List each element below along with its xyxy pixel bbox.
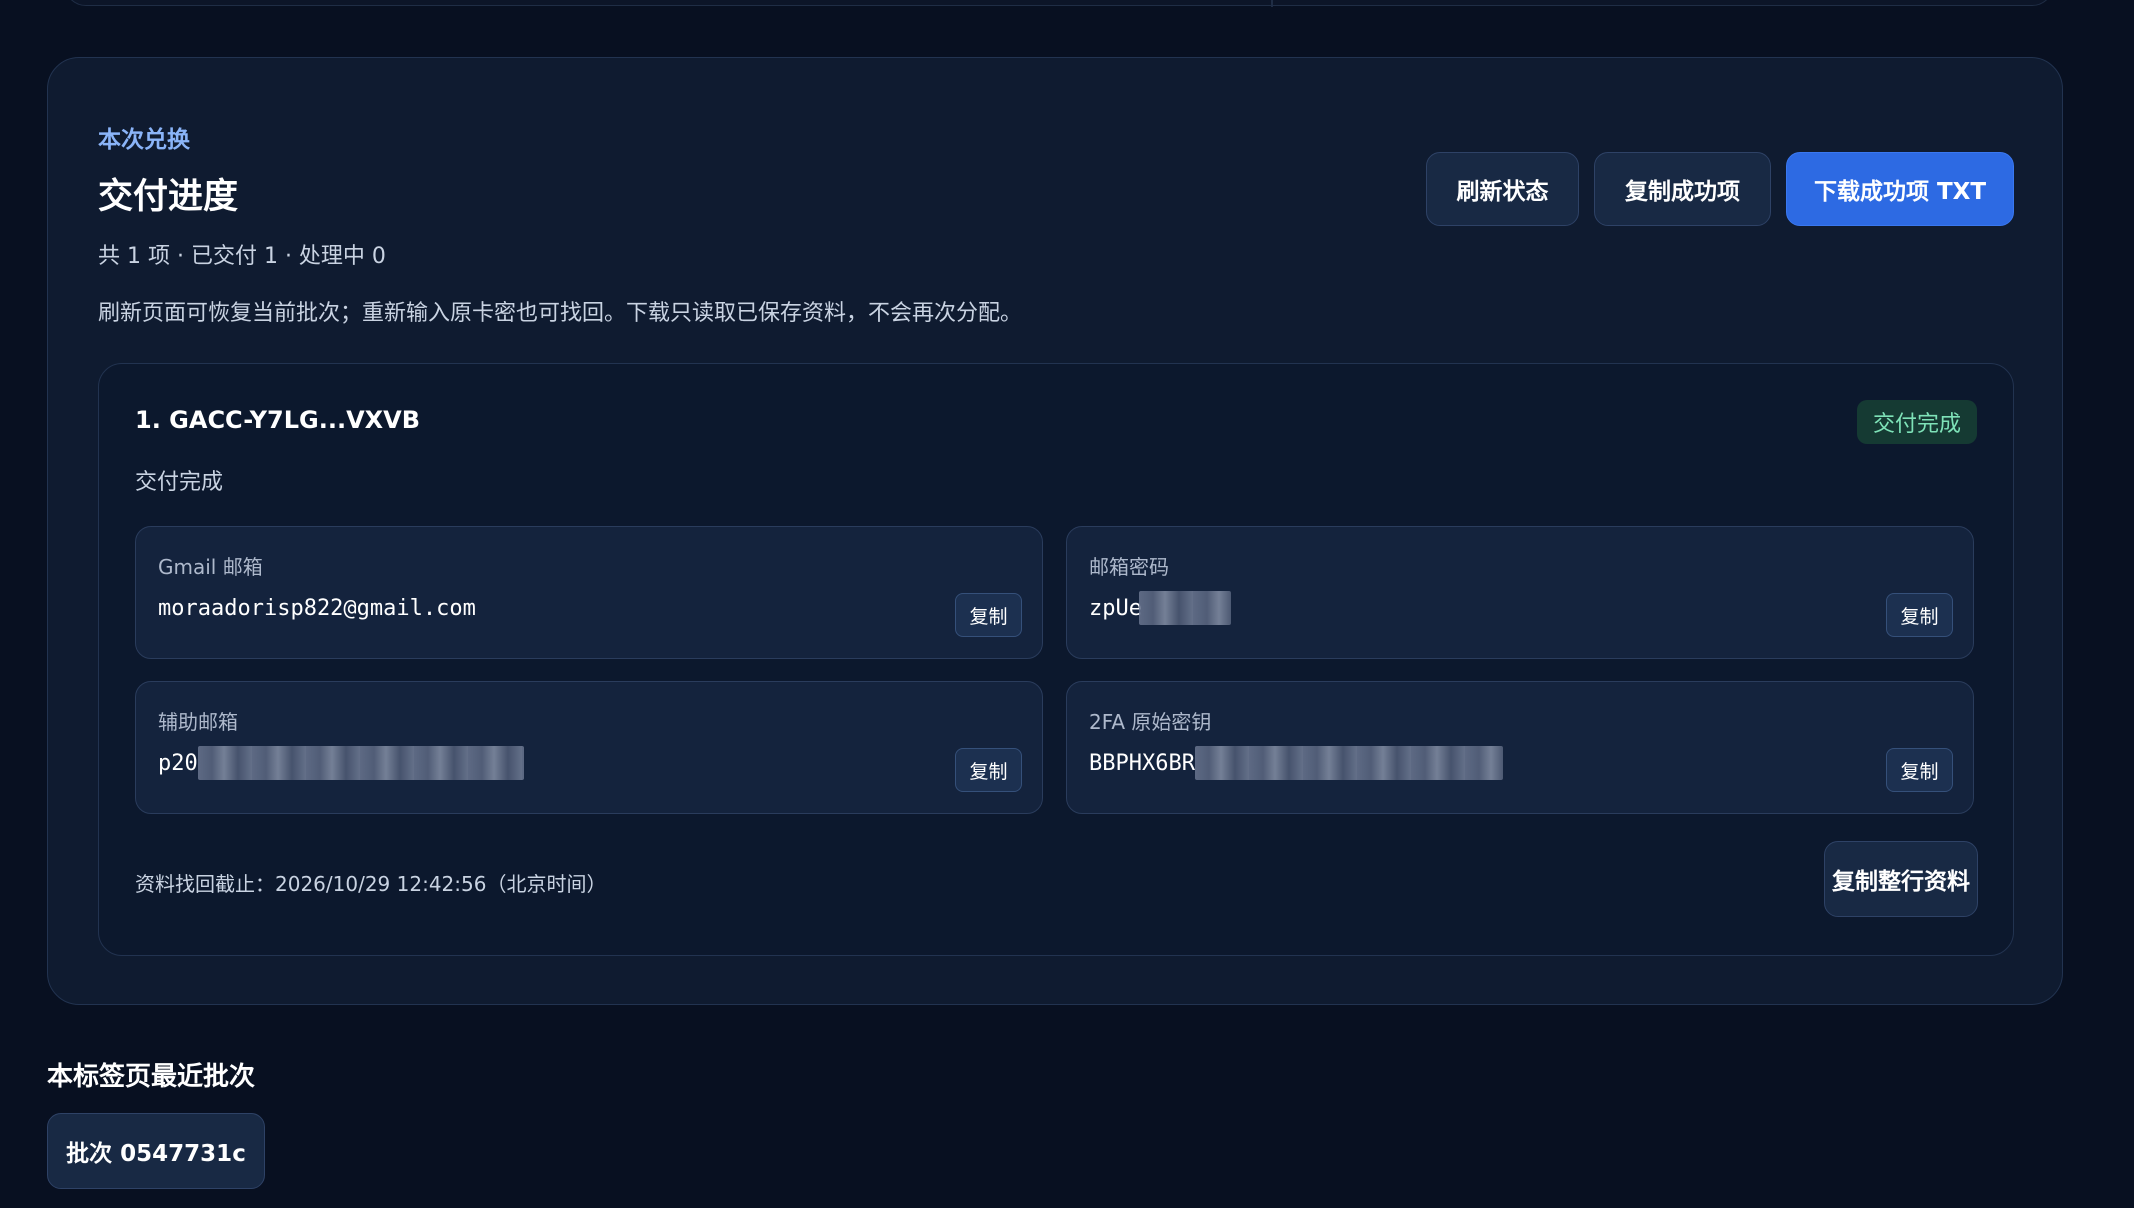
refresh-status-button[interactable]: 刷新状态 bbox=[1426, 152, 1579, 226]
recovery-deadline: 资料找回截止：2026/10/29 12:42:56（北京时间） bbox=[135, 872, 607, 896]
twofa-secret-field: 2FA 原始密钥 BBPHX6BR 复制 bbox=[1066, 681, 1974, 814]
delivery-progress-panel: 本次兑换 交付进度 共 1 项 · 已交付 1 · 处理中 0 刷新页面可恢复当… bbox=[47, 57, 2063, 1005]
batch-button[interactable]: 批次 0547731c bbox=[47, 1113, 265, 1189]
status-badge: 交付完成 bbox=[1856, 400, 1977, 444]
delivery-item-card: 1. GACC-Y7LG...VXVB 交付完成 交付完成 Gmail 邮箱 m… bbox=[98, 363, 2014, 956]
redaction-mask bbox=[1195, 746, 1503, 780]
previous-panel-divider bbox=[1271, 0, 1273, 7]
copy-success-items-button[interactable]: 复制成功项 bbox=[1594, 152, 1771, 226]
recovery-email-field: 辅助邮箱 p20 复制 bbox=[135, 681, 1043, 814]
redaction-mask bbox=[1139, 591, 1231, 625]
twofa-secret-field-value: BBPHX6BR bbox=[1089, 751, 1195, 776]
copy-recovery-email-button[interactable]: 复制 bbox=[955, 748, 1022, 792]
email-password-field-label: 邮箱密码 bbox=[1089, 555, 1169, 579]
email-password-field: 邮箱密码 zpUe 复制 bbox=[1066, 526, 1974, 659]
twofa-secret-field-label: 2FA 原始密钥 bbox=[1089, 710, 1212, 734]
section-eyebrow: 本次兑换 bbox=[98, 127, 190, 153]
item-title: 1. GACC-Y7LG...VXVB bbox=[135, 406, 421, 434]
progress-summary: 共 1 项 · 已交付 1 · 处理中 0 bbox=[98, 244, 386, 269]
recovery-notice: 刷新页面可恢复当前批次；重新输入原卡密也可找回。下载只读取已保存资料，不会再次分… bbox=[98, 301, 1023, 326]
copy-twofa-button[interactable]: 复制 bbox=[1886, 748, 1953, 792]
copy-gmail-button[interactable]: 复制 bbox=[955, 593, 1022, 637]
gmail-field-label: Gmail 邮箱 bbox=[158, 555, 263, 579]
recovery-email-field-label: 辅助邮箱 bbox=[158, 710, 238, 734]
email-password-field-value: zpUe bbox=[1089, 596, 1142, 621]
recent-batches-title: 本标签页最近批次 bbox=[47, 1062, 256, 1092]
recovery-email-field-value: p20 bbox=[158, 751, 198, 776]
gmail-field: Gmail 邮箱 moraadorisp822@gmail.com 复制 bbox=[135, 526, 1043, 659]
redaction-mask bbox=[198, 746, 524, 780]
item-status-text: 交付完成 bbox=[135, 470, 224, 495]
copy-full-row-button[interactable]: 复制整行资料 bbox=[1824, 841, 1978, 917]
download-success-txt-button[interactable]: 下载成功项 TXT bbox=[1786, 152, 2014, 226]
previous-panel-edge bbox=[64, 0, 2054, 7]
page-title: 交付进度 bbox=[98, 177, 239, 217]
gmail-field-value: moraadorisp822@gmail.com bbox=[158, 596, 476, 621]
copy-password-button[interactable]: 复制 bbox=[1886, 593, 1953, 637]
